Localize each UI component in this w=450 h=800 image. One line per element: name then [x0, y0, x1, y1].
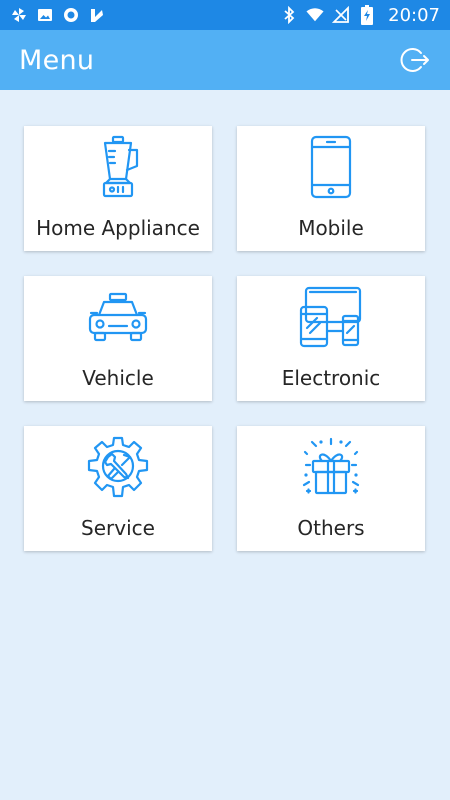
bluetooth-icon — [280, 6, 298, 24]
checkmark-app-icon — [88, 6, 106, 24]
menu-card-label: Home Appliance — [36, 216, 200, 240]
blender-icon — [83, 134, 153, 200]
menu-card-label: Electronic — [281, 366, 381, 390]
status-bar: 20:07 — [0, 0, 450, 30]
menu-card-label: Service — [81, 516, 155, 540]
gear-wrench-icon — [83, 434, 153, 500]
devices-icon — [296, 284, 366, 350]
wifi-icon — [306, 6, 324, 24]
battery-charging-icon — [358, 5, 376, 25]
image-icon — [36, 6, 54, 24]
menu-card-mobile[interactable]: Mobile — [237, 126, 425, 251]
pinwheel-icon — [10, 6, 28, 24]
menu-card-service[interactable]: Service — [24, 426, 212, 551]
status-left-icons — [10, 6, 106, 24]
mobile-phone-icon — [296, 134, 366, 200]
app-bar: Menu — [0, 30, 450, 90]
menu-card-vehicle[interactable]: Vehicle — [24, 276, 212, 401]
logout-icon — [400, 48, 429, 72]
signal-off-icon — [332, 6, 350, 24]
status-time: 20:07 — [388, 4, 440, 26]
circle-app-icon — [62, 6, 80, 24]
logout-button[interactable] — [398, 43, 432, 77]
menu-card-label: Mobile — [298, 216, 364, 240]
gift-icon — [296, 434, 366, 500]
menu-card-home-appliance[interactable]: Home Appliance — [24, 126, 212, 251]
status-right-icons: 20:07 — [280, 5, 440, 26]
menu-card-label: Vehicle — [82, 366, 154, 390]
menu-card-others[interactable]: Others — [237, 426, 425, 551]
menu-card-label: Others — [297, 516, 365, 540]
taxi-icon — [83, 284, 153, 350]
menu-card-electronic[interactable]: Electronic — [237, 276, 425, 401]
menu-grid: Home Appliance Mobile Vehicle Electronic… — [24, 126, 426, 551]
page-title: Menu — [19, 44, 95, 76]
